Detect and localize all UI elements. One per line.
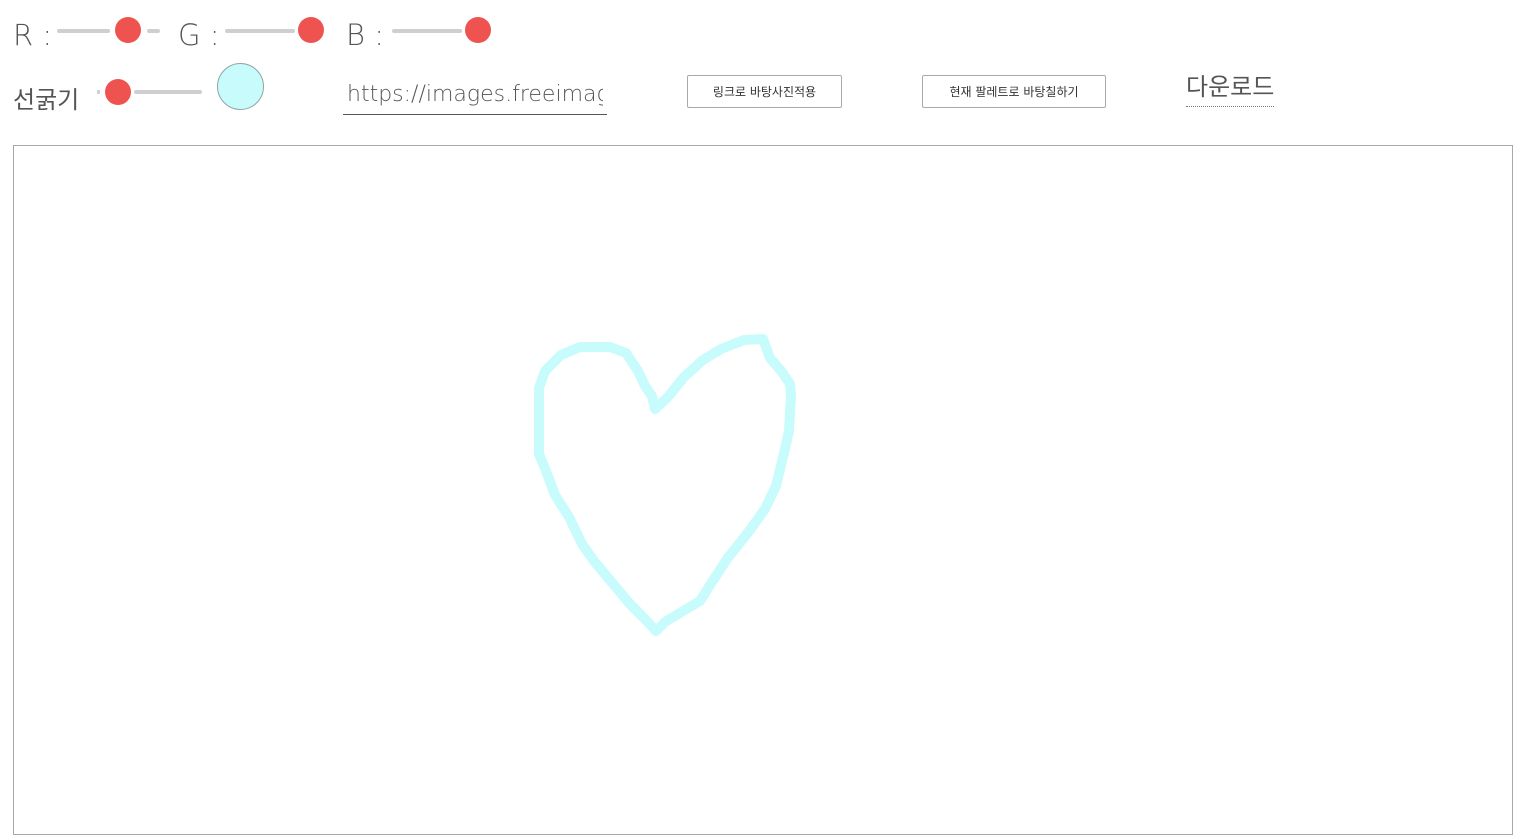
blue-slider-track[interactable] [392, 29, 462, 33]
background-url-input[interactable] [343, 75, 607, 115]
green-slider-track[interactable] [225, 29, 295, 33]
apply-link-background-button[interactable]: 링크로 바탕사진적용 [687, 75, 842, 108]
canvas-drawing [534, 334, 796, 636]
fill-background-palette-button[interactable]: 현재 팔레트로 바탕칠하기 [922, 75, 1106, 108]
thickness-slider-track[interactable] [134, 90, 202, 94]
red-slider-track-right[interactable] [147, 29, 160, 33]
thickness-slider-thumb[interactable] [105, 79, 131, 105]
red-slider-thumb[interactable] [115, 17, 141, 43]
thickness-label: 선굵기 [13, 86, 80, 114]
thickness-slider-track-left[interactable] [97, 90, 100, 94]
red-slider-track-left[interactable] [57, 29, 110, 33]
download-link[interactable]: 다운로드 [1186, 72, 1275, 107]
r-label: R : [13, 18, 53, 52]
green-slider-thumb[interactable] [298, 17, 324, 43]
b-label: B : [346, 18, 384, 52]
drawing-canvas[interactable] [13, 145, 1513, 835]
color-preview-swatch [217, 63, 264, 110]
g-label: G : [178, 18, 220, 52]
heart-icon [534, 334, 796, 636]
blue-slider-thumb[interactable] [465, 17, 491, 43]
